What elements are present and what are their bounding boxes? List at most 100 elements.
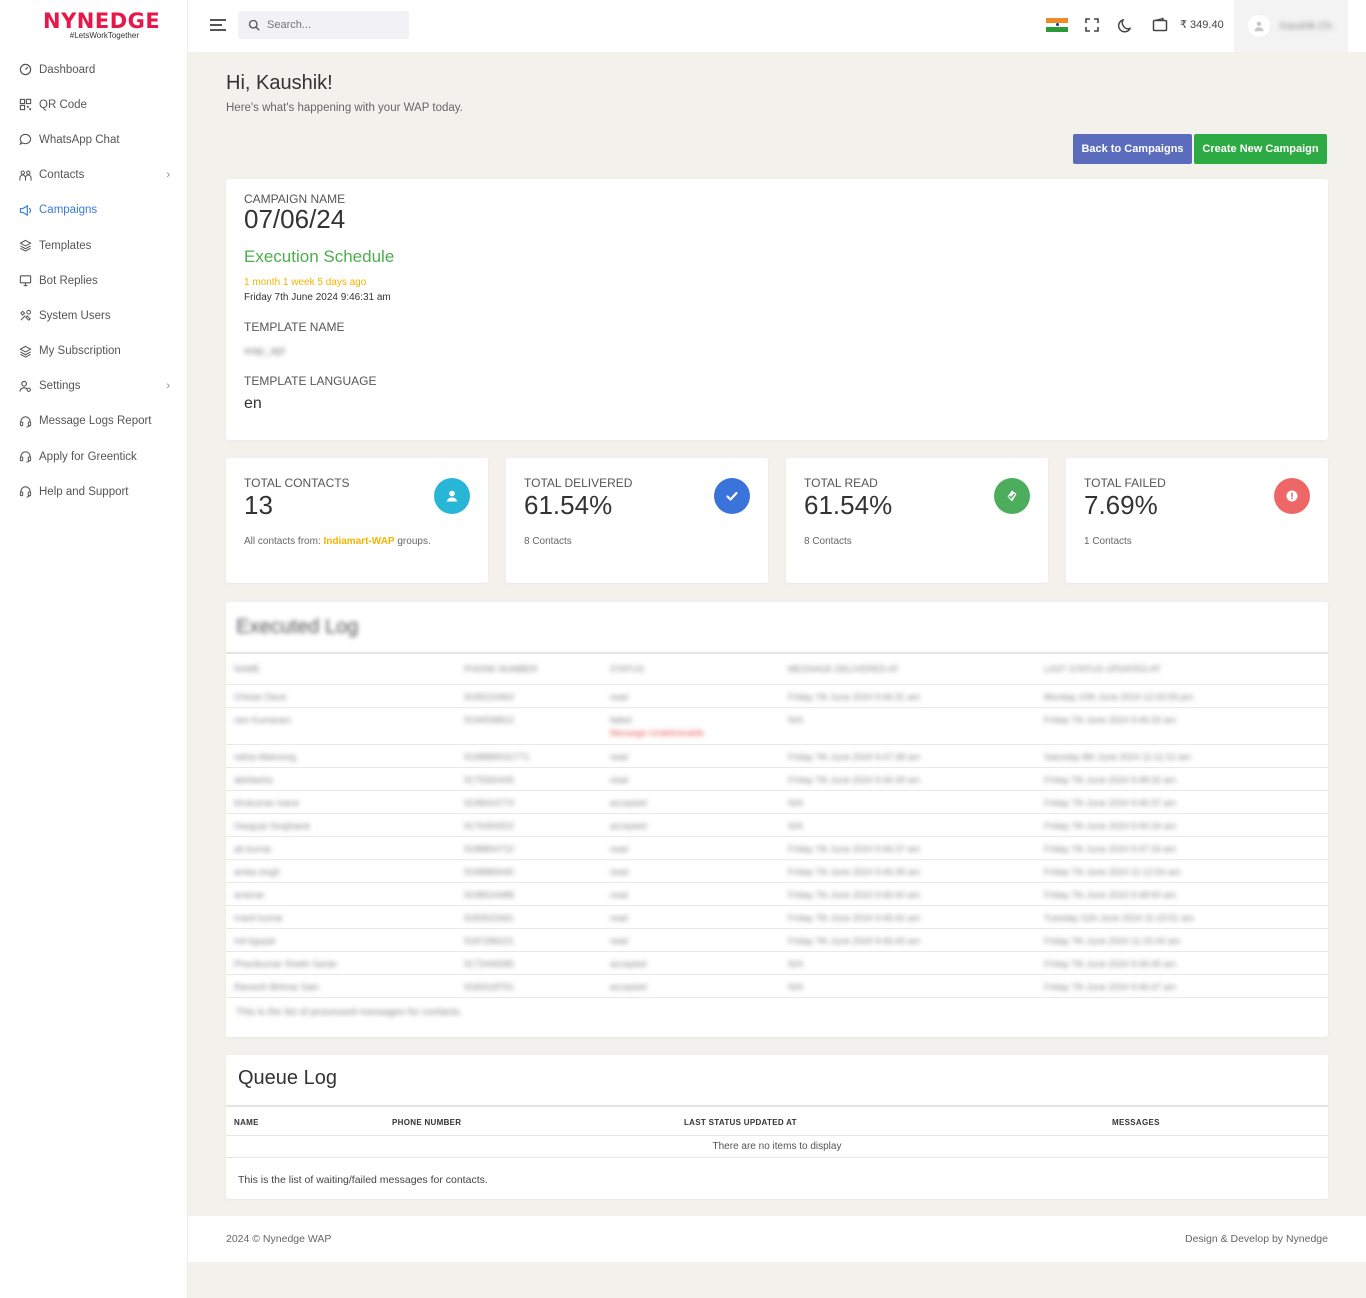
table-cell: read (610, 775, 629, 785)
stat-label: TOTAL FAILED (1084, 476, 1166, 490)
sidebar-nav: Dashboard QR Code WhatsApp Chat Contacts › Ca… (0, 52, 188, 509)
table-row[interactable]: Phanikumar Shekh Sarde 9172446585 accepted… (226, 952, 1328, 975)
sidebar-item-campaigns[interactable]: Campaigns (0, 193, 188, 228)
column-header[interactable]: PHONE NUMBER (464, 664, 538, 674)
table-cell: 9198424770 (464, 798, 515, 808)
sidebar-item-apply-for-greentick[interactable]: Apply for Greentick (0, 439, 188, 474)
menu-toggle-icon[interactable] (210, 19, 226, 33)
executed-log-table: NAME PHONE NUMBER STATUS MESSAGE DELIVERED … (226, 652, 1328, 998)
template-name: wap_api (244, 345, 285, 357)
table-cell: N/A (788, 715, 804, 725)
user-menu[interactable]: Kaushik Ch. (1234, 0, 1348, 52)
table-row[interactable]: ab kumar 9188854710 read Friday 7th June 20… (226, 837, 1328, 860)
table-cell: ram Kumaram (234, 715, 292, 725)
table-row[interactable]: bhukumar mane 9198424770 accepted N/A Friday… (226, 791, 1328, 814)
table-row[interactable]: manil kumar 9183522661 read Friday 7th June… (226, 906, 1328, 929)
wallet-balance: ₹ 349.40 (1180, 19, 1224, 31)
sidebar-item-label: My Subscription (39, 345, 121, 358)
sidebar-item-dashboard[interactable]: Dashboard (0, 52, 188, 87)
table-cell: accepted (610, 959, 647, 969)
table-row[interactable]: Hasgupt Singhtank 9176454922 accepted N/A Fr… (226, 814, 1328, 837)
search-box[interactable] (238, 11, 409, 39)
table-cell: accepted (610, 982, 647, 992)
queue-log-footer: This is the list of waiting/failed messa… (238, 1174, 488, 1186)
campaign-name: 07/06/24 (244, 204, 346, 234)
sidebar-item-my-subscription[interactable]: My Subscription (0, 334, 188, 369)
table-row[interactable]: amita singh 9198889440 read Friday 7th June… (226, 860, 1328, 883)
stat-value: 61.54% (524, 490, 613, 520)
table-row[interactable]: mit kgupal 9187286221 read Friday 7th June … (226, 929, 1328, 952)
column-header-name[interactable]: NAME (234, 1118, 259, 1127)
table-cell: Tuesday 11th June 2024 11:19:51 am (1044, 913, 1194, 923)
sidebar-item-qr-code[interactable]: QR Code (0, 87, 188, 122)
table-cell: Friday 7th June 2024 9:46:45 am (1044, 959, 1177, 969)
table-row[interactable]: rekha Malvoorg 9198889031771 read Friday 7t… (226, 745, 1328, 768)
table-cell: Friday 7th June 2024 9:46:42 am (788, 913, 921, 923)
table-cell: Friday 7th June 2024 9:46:37 am (788, 844, 921, 854)
sidebar-item-label: WhatsApp Chat (39, 133, 120, 146)
table-cell: amenar (234, 890, 265, 900)
sidebar-item-message-logs-report[interactable]: Message Logs Report (0, 404, 188, 439)
chevron-right-icon: › (166, 168, 170, 181)
table-cell: Friday 7th June 2024 9:46:33 am (1044, 715, 1177, 725)
stat-label: TOTAL CONTACTS (244, 476, 350, 490)
sidebar-item-help-and-support[interactable]: Help and Support (0, 474, 188, 509)
wallet-icon[interactable] (1151, 16, 1169, 34)
table-row[interactable]: abhilasha 9175560445 read Friday 7th June 2… (226, 768, 1328, 791)
table-cell: Saturday 8th June 2024 11:11:12 am (1044, 752, 1191, 762)
column-header[interactable]: NAME (234, 664, 260, 674)
table-cell: read (610, 936, 629, 946)
sidebar-item-contacts[interactable]: Contacts › (0, 158, 188, 193)
stat-label: TOTAL READ (804, 476, 878, 490)
column-header[interactable]: LAST STATUS UPDATED AT (1044, 664, 1161, 674)
table-cell: Friday 7th June 2024 9:48:50 am (1044, 890, 1177, 900)
table-row[interactable]: Chetan Dave 9195224462 read Friday 7th June… (226, 685, 1328, 708)
search-input[interactable] (267, 19, 407, 31)
table-cell: Friday 7th June 2024 9:46:40 am (788, 890, 921, 900)
back-to-campaigns-button[interactable]: Back to Campaigns (1073, 134, 1192, 164)
user-avatar-icon (1254, 21, 1264, 32)
table-cell: Hasgupt Singhtank (234, 821, 311, 831)
create-new-campaign-button[interactable]: Create New Campaign (1194, 134, 1327, 164)
table-cell: read (610, 867, 629, 877)
table-cell: Friday 7th June 2024 9:47:38 am (788, 752, 921, 762)
column-header[interactable]: MESSAGE DELIVERED AT (788, 664, 899, 674)
sidebar-item-label: Bot Replies (39, 274, 98, 287)
contact-group-link[interactable]: Indiamart-WAP (323, 536, 394, 547)
dark-mode-moon-icon[interactable] (1117, 16, 1135, 34)
table-row[interactable]: amenar 9198624488 read Friday 7th June 2024… (226, 883, 1328, 906)
table-cell: N/A (788, 821, 804, 831)
brand-logo[interactable]: NYNEDGE #LetsWorkTogether (43, 10, 160, 42)
page-footer: 2024 © Nynedge WAP Design & Develop by N… (188, 1216, 1366, 1262)
template-name-label: TEMPLATE NAME (244, 320, 345, 334)
schedule-date: Friday 7th June 2024 9:46:31 am (244, 292, 391, 303)
stat-label: TOTAL DELIVERED (524, 476, 633, 490)
queue-log-header: NAME PHONE NUMBER LAST STATUS UPDATED AT… (226, 1105, 1328, 1136)
column-header[interactable]: STATUS (610, 664, 644, 674)
sidebar-item-system-users[interactable]: System Users (0, 298, 188, 333)
layers-icon (18, 239, 32, 253)
contacts-icon (18, 168, 32, 182)
table-row[interactable]: Ramesh Bhimar Sain 9182618751 accepted N/A F… (226, 975, 1328, 998)
sidebar-item-bot-replies[interactable]: Bot Replies (0, 263, 188, 298)
sidebar-item-label: Contacts (39, 169, 85, 182)
column-header-phone[interactable]: PHONE NUMBER (392, 1118, 461, 1127)
table-cell: ab kumar (234, 844, 272, 854)
headset-icon (18, 485, 32, 499)
table-cell: 9198889440 (464, 867, 515, 877)
table-cell: read (610, 890, 629, 900)
sidebar: NYNEDGE #LetsWorkTogether Dashboard QR Co… (0, 0, 188, 1298)
avatar (1248, 15, 1270, 37)
stat-subtext: 8 Contacts (524, 536, 572, 547)
india-flag-icon[interactable] (1046, 18, 1068, 32)
stat-subtext: 1 Contacts (1084, 536, 1132, 547)
table-row[interactable]: ram Kumaram 9194558812 failed N/A Friday 7th… (226, 708, 1328, 745)
sidebar-item-whatsapp-chat[interactable]: WhatsApp Chat (0, 122, 188, 157)
sidebar-item-settings[interactable]: Settings › (0, 369, 188, 404)
sidebar-item-templates[interactable]: Templates (0, 228, 188, 263)
fullscreen-icon[interactable] (1083, 16, 1101, 34)
queue-log-empty-message: There are no items to display (226, 1136, 1328, 1158)
column-header-messages[interactable]: MESSAGES (1112, 1118, 1160, 1127)
stat-subtext: All contacts from: Indiamart-WAP groups. (244, 536, 431, 547)
column-header-last-status[interactable]: LAST STATUS UPDATED AT (684, 1118, 797, 1127)
